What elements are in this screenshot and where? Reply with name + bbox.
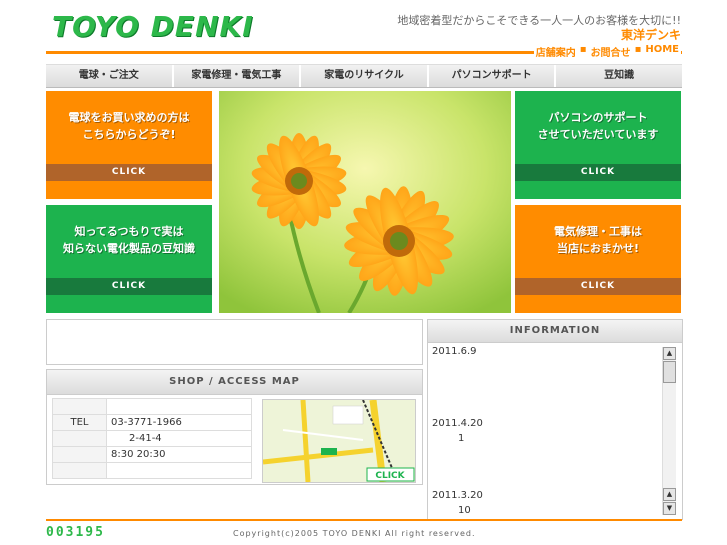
shop-title: SHOP / ACCESS MAP bbox=[47, 370, 422, 395]
panel-text: 電気修理・工事は 当店におまかせ! bbox=[554, 225, 642, 255]
link-contact[interactable]: お問合せ bbox=[591, 44, 631, 59]
table-row: 2-41-4 bbox=[52, 430, 252, 447]
news-list: 2011.6.9 2011.4.20 1 2011.3.20 10 bbox=[432, 346, 660, 516]
click-button[interactable]: CLICK bbox=[515, 164, 681, 181]
shop-info-table: TEL 03-3771-1966 2-41-4 8:30 20:30 bbox=[52, 398, 252, 482]
site-logo[interactable]: TOYO DENKI bbox=[52, 10, 254, 43]
link-home[interactable]: HOME bbox=[645, 44, 679, 59]
access-map[interactable]: CLICK bbox=[262, 399, 416, 483]
panel-text: 知ってるつもりで実は 知らない電化製品の豆知識 bbox=[63, 225, 195, 255]
panel-tips[interactable]: 知ってるつもりで実は 知らない電化製品の豆知識 CLICK bbox=[46, 205, 212, 313]
panel-text: パソコンのサポート させていただいています bbox=[537, 111, 659, 141]
news-date: 2011.3.20 bbox=[432, 490, 483, 501]
link-store-info[interactable]: 店舗案内 bbox=[536, 44, 576, 59]
scroll-up-icon[interactable]: ▲ bbox=[663, 347, 676, 360]
click-button[interactable]: CLICK bbox=[46, 164, 212, 181]
information-box: INFORMATION 2011.6.9 2011.4.20 1 2011.3.… bbox=[427, 319, 683, 520]
shop-access-box: SHOP / ACCESS MAP TEL 03-3771-1966 2-41-4… bbox=[46, 369, 423, 485]
brand-name: 東洋デンキ bbox=[620, 28, 681, 42]
panel-bulb-order[interactable]: 電球をお買い求めの方は こちらからどうぞ! CLICK bbox=[46, 91, 212, 199]
link-separator: ▪ bbox=[579, 44, 587, 55]
click-button[interactable]: CLICK bbox=[515, 278, 681, 295]
link-separator: ▪ bbox=[634, 44, 642, 55]
nav-repair-electrical[interactable]: 家電修理・電気工事 bbox=[173, 65, 302, 87]
panel-text: 電球をお買い求めの方は こちらからどうぞ! bbox=[68, 111, 190, 141]
table-row bbox=[52, 398, 252, 415]
click-button[interactable]: CLICK bbox=[46, 278, 212, 295]
news-item[interactable]: 2011.4.20 1 bbox=[432, 418, 660, 490]
news-date: 2011.4.20 bbox=[432, 418, 483, 429]
footer-rule bbox=[46, 519, 682, 521]
table-row: 8:30 20:30 bbox=[52, 446, 252, 463]
nav-tips[interactable]: 豆知識 bbox=[556, 65, 682, 87]
news-text: 10 bbox=[458, 505, 471, 516]
scroll-thumb[interactable] bbox=[663, 361, 676, 383]
scroll-up-icon[interactable]: ▲ bbox=[663, 488, 676, 501]
information-title: INFORMATION bbox=[428, 320, 682, 343]
nav-recycle[interactable]: 家電のリサイクル bbox=[301, 65, 429, 87]
scroll-down-icon[interactable]: ▼ bbox=[663, 502, 676, 515]
flower-image bbox=[219, 91, 511, 313]
nav-pc-support[interactable]: パソコンサポート bbox=[428, 65, 557, 87]
table-row bbox=[52, 462, 252, 479]
copyright: Copyright(c)2005 TOYO DENKI All right re… bbox=[233, 529, 476, 538]
top-links: 店舗案内 ▪ お問合せ ▪ HOME bbox=[533, 44, 681, 59]
nav-bulb-order[interactable]: 電球・ご注文 bbox=[46, 65, 174, 87]
visitor-counter: 003195 bbox=[46, 525, 105, 540]
news-item[interactable]: 2011.3.20 10 bbox=[432, 490, 660, 516]
panel-repair[interactable]: 電気修理・工事は 当店におまかせ! CLICK bbox=[515, 205, 681, 313]
news-scrollbar[interactable]: ▲ ▲ ▼ bbox=[662, 347, 676, 515]
map-click-label: CLICK bbox=[375, 471, 405, 481]
news-text: 1 bbox=[458, 433, 465, 444]
table-row: TEL 03-3771-1966 bbox=[52, 414, 252, 431]
panel-pc-support[interactable]: パソコンのサポート させていただいています CLICK bbox=[515, 91, 681, 199]
blank-box bbox=[46, 319, 423, 365]
news-date: 2011.6.9 bbox=[432, 346, 477, 357]
main-nav: 電球・ご注文 家電修理・電気工事 家電のリサイクル パソコンサポート 豆知識 bbox=[46, 64, 682, 88]
news-item[interactable]: 2011.6.9 bbox=[432, 346, 660, 418]
